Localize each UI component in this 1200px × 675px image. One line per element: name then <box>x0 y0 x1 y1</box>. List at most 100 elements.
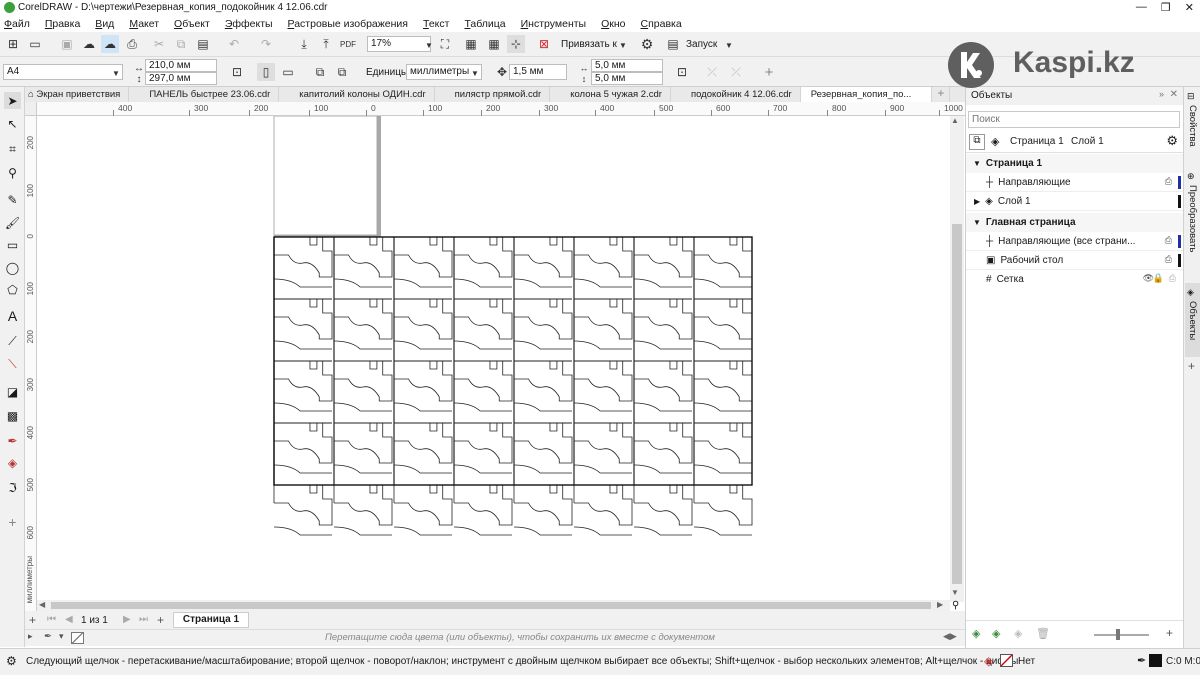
new-master-layer-icon[interactable]: ◈ <box>992 627 1000 640</box>
freehand-tool-icon[interactable]: ✎ <box>4 191 21 208</box>
slider-handle[interactable] <box>1116 629 1120 640</box>
polygon-tool-icon[interactable]: ⬠ <box>4 281 21 298</box>
profile-tile[interactable] <box>393 298 453 362</box>
profile-tile[interactable] <box>513 422 573 486</box>
show-edges-icon[interactable]: ⤫ <box>727 63 745 81</box>
text-tool-icon[interactable]: A <box>4 307 21 324</box>
menu-window[interactable]: Окно <box>601 18 625 30</box>
chevron-down-icon[interactable]: ▼ <box>107 64 125 82</box>
tab-welcome[interactable]: ⌂ Экран приветствия <box>25 87 130 102</box>
profile-tile[interactable] <box>453 422 513 486</box>
profile-tile[interactable] <box>633 484 693 536</box>
profile-tile[interactable] <box>693 422 753 486</box>
tree-desktop[interactable]: ▣ Рабочий стол ⎙ <box>966 251 1184 270</box>
profile-tile[interactable] <box>453 236 513 300</box>
profile-tile[interactable] <box>633 236 693 300</box>
page-width-field[interactable]: 210,0 мм <box>145 59 217 72</box>
add-icon[interactable]: + <box>1166 626 1173 640</box>
outline-swatch[interactable] <box>1149 654 1162 667</box>
objects-search-input[interactable] <box>968 111 1180 128</box>
nudge-distance-field[interactable]: 1,5 мм <box>509 64 567 80</box>
expand-icon[interactable]: » <box>1159 89 1164 99</box>
lock-icon[interactable]: 🔒 <box>1153 273 1164 284</box>
rectangle-tool-icon[interactable]: ▭ <box>4 236 21 253</box>
launch-dropdown[interactable]: Запуск <box>686 39 717 50</box>
profile-tile[interactable] <box>693 484 753 536</box>
tab-document[interactable]: пилястр прямой.cdr <box>435 87 551 102</box>
page-tab-1[interactable]: Страница 1 <box>173 612 249 628</box>
profile-tile[interactable] <box>513 298 573 362</box>
profile-tile[interactable] <box>393 484 453 536</box>
profile-tile[interactable] <box>633 360 693 424</box>
profile-tile[interactable] <box>273 422 333 486</box>
scroll-right-icon[interactable]: ▶ <box>937 600 943 609</box>
cloud-import-icon[interactable]: ☁ <box>80 35 98 53</box>
current-page-icon[interactable]: ⧉ <box>311 63 329 81</box>
vertical-scrollbar[interactable]: ▲ ▼ <box>950 116 964 602</box>
side-tab-properties[interactable]: Свойства <box>1187 105 1198 147</box>
page-size-select[interactable]: A4 <box>3 64 123 80</box>
full-screen-icon[interactable]: ⛶ <box>436 35 454 53</box>
bleed-icon[interactable]: ⊡ <box>673 63 691 81</box>
vertical-scroll-thumb[interactable] <box>952 224 962 584</box>
page-view-icon[interactable]: ⧉ <box>969 134 985 150</box>
copy-icon[interactable]: ⧉ <box>172 35 190 53</box>
drop-shadow-tool-icon[interactable]: ◪ <box>4 383 21 400</box>
menu-edit[interactable]: Правка <box>45 18 80 30</box>
tab-document[interactable]: подокойник 4 12.06.cdr <box>671 87 801 102</box>
horizontal-scrollbar[interactable]: ◀ ▶ <box>37 600 950 611</box>
tree-master-page[interactable]: ▼ Главная страница <box>966 213 1184 232</box>
print-icon[interactable]: ⎙ <box>1165 176 1172 187</box>
profile-tile[interactable] <box>453 298 513 362</box>
undo-icon[interactable]: ↶ <box>225 35 243 53</box>
add-docker-icon[interactable]: + <box>1188 359 1195 373</box>
snap-off-icon[interactable]: ⊠ <box>535 35 553 53</box>
profile-tile[interactable] <box>393 360 453 424</box>
profile-tile[interactable] <box>693 298 753 362</box>
print-icon[interactable]: ⎙ <box>123 35 141 53</box>
add-icon[interactable]: + <box>760 63 778 81</box>
grid-icon[interactable]: ▦ <box>485 35 503 53</box>
horizontal-scroll-thumb[interactable] <box>51 602 931 609</box>
pick-tool-icon[interactable]: ➤ <box>4 92 21 109</box>
menu-view[interactable]: Вид <box>95 18 114 30</box>
profile-tile[interactable] <box>573 360 633 424</box>
ruler-origin[interactable] <box>25 102 37 116</box>
minimize-button[interactable]: — <box>1136 1 1147 14</box>
profile-tile[interactable] <box>273 484 333 536</box>
open-folder-icon[interactable]: ▭ <box>26 35 44 53</box>
profile-tile[interactable] <box>573 484 633 536</box>
snap-to-dropdown[interactable]: Привязать к <box>561 39 617 50</box>
profile-tile[interactable] <box>453 484 513 536</box>
palette-menu-icon[interactable]: ▸ <box>28 631 33 642</box>
zoom-tool-icon[interactable]: ⚲ <box>4 164 21 181</box>
scroll-down-icon[interactable]: ▼ <box>951 588 959 597</box>
vertical-ruler[interactable]: миллиметры 200 100 0 100 200 300 400 500 600 <box>25 116 37 612</box>
current-layer-label[interactable]: Слой 1 <box>1071 136 1104 147</box>
guidelines-icon[interactable]: ⊹ <box>507 35 525 53</box>
profile-tile[interactable] <box>573 236 633 300</box>
prev-page-icon[interactable]: ◀ <box>65 614 73 625</box>
tab-document-active[interactable]: Резервная_копия_по... <box>800 87 933 102</box>
profile-tile[interactable] <box>513 360 573 424</box>
tree-page-1[interactable]: ▼ Страница 1 <box>966 154 1184 173</box>
expand-icon[interactable]: ▶ <box>974 197 980 206</box>
all-pages-icon[interactable]: ⊡ <box>228 63 246 81</box>
collapse-icon[interactable]: ▼ <box>973 159 981 168</box>
paste-icon[interactable]: ▤ <box>194 35 212 53</box>
palette-scroll-icon[interactable]: ◀▶ <box>943 631 957 642</box>
gear-icon[interactable]: ⚙ <box>1166 133 1178 149</box>
page-size-current-icon[interactable]: ⧉ <box>333 63 351 81</box>
tree-guides[interactable]: ┼ Направляющие ⎙ <box>966 173 1184 192</box>
palette-eyedropper-icon[interactable]: ✒ <box>44 631 52 642</box>
crop-tool-icon[interactable]: ⌗ <box>4 141 21 158</box>
rulers-icon[interactable]: ▦ <box>462 35 480 53</box>
zoom-corner-icon[interactable]: ⚲ <box>952 600 959 611</box>
maximize-button[interactable]: ❐ <box>1161 1 1171 14</box>
menu-bitmaps[interactable]: Растровые изображения <box>288 18 408 30</box>
menu-layout[interactable]: Макет <box>129 18 159 30</box>
add-tool-icon[interactable]: + <box>4 513 21 530</box>
profile-tile[interactable] <box>513 236 573 300</box>
add-page-after-icon[interactable]: + <box>157 613 164 627</box>
fill-swatch[interactable] <box>1000 654 1013 667</box>
